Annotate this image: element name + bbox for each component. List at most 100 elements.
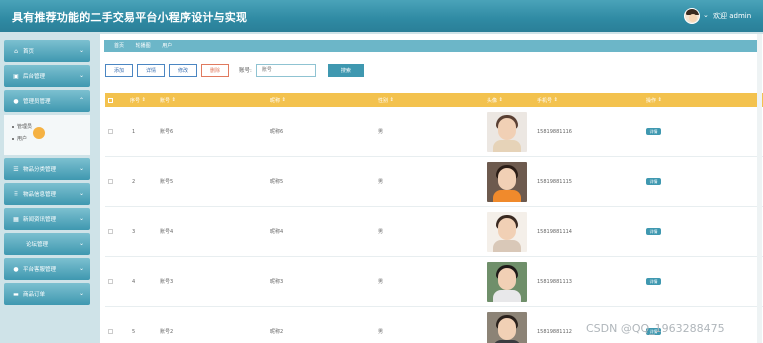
search-button[interactable]: 搜索 [327, 63, 364, 77]
breadcrumb-item[interactable]: 轮播图 [136, 43, 151, 49]
submenu-label: 管理员 [17, 124, 33, 130]
cell-phone: 15819881112 [537, 328, 572, 335]
table-row[interactable]: 1 账号6 昵称6 男 15819881116 详情 [105, 107, 763, 157]
cell-gender: 男 [378, 279, 384, 285]
cell-phone: 15819881115 [537, 178, 572, 185]
blocks-icon: ▦ [13, 215, 19, 223]
list-icon: ☰ [13, 165, 19, 173]
sidebar-item-label: 商品订单 [23, 292, 46, 298]
row-checkbox[interactable] [108, 279, 113, 284]
table-header: 序号 ⇕ 账号 ⇕ 昵称 ⇕ 性别 ⇕ 头像 ⇕ 手机号 ⇕ 操作 ⇕ [105, 93, 763, 107]
sidebar: ⌂ 首页 ⌄ ▣ 后台管理 ⌄ ● 管理员管理 ⌃ 管理员 用户 ☰ 物品分类管… [4, 40, 90, 343]
sidebar-item-orders[interactable]: ▬ 商品订单 ⌄ [4, 283, 90, 305]
sidebar-item-home[interactable]: ⌂ 首页 ⌄ [4, 40, 90, 62]
user-table: 序号 ⇕ 账号 ⇕ 昵称 ⇕ 性别 ⇕ 头像 ⇕ 手机号 ⇕ 操作 ⇕ 1 账号… [105, 93, 763, 343]
cell-nickname: 昵称4 [270, 229, 284, 235]
submenu-item-admin[interactable]: 管理员 [12, 121, 90, 133]
column-header-phone[interactable]: 手机号 ⇕ [537, 93, 558, 107]
service-icon: ● [13, 265, 19, 273]
cell-phone: 15819881114 [537, 228, 572, 235]
cell-phone: 15819881116 [537, 128, 572, 135]
toolbar: 添加 详情 修改 删除 账号: 搜索 [105, 63, 364, 77]
column-header-account[interactable]: 账号 ⇕ [160, 93, 176, 107]
delete-button[interactable]: 删除 [201, 63, 229, 77]
row-detail-button[interactable]: 详情 [646, 278, 661, 285]
sidebar-item-backend[interactable]: ▣ 后台管理 ⌄ [4, 65, 90, 87]
cell-index: 5 [132, 328, 136, 335]
sidebar-item-label: 平台客服管理 [23, 267, 57, 273]
search-input[interactable] [255, 63, 316, 77]
search-label: 账号: [239, 68, 252, 74]
row-detail-button[interactable]: 详情 [646, 228, 661, 235]
submenu-item-user[interactable]: 用户 [12, 133, 90, 145]
row-checkbox[interactable] [108, 329, 113, 334]
chevron-down-icon[interactable]: ⌄ [703, 11, 709, 19]
edit-button[interactable]: 修改 [169, 63, 197, 77]
select-all-checkbox[interactable] [108, 97, 113, 103]
user-avatar[interactable] [684, 8, 700, 24]
table-row[interactable]: 4 账号3 昵称3 男 15819881113 详情 [105, 257, 763, 307]
sidebar-item-label: 管理员管理 [23, 99, 51, 105]
column-header-nickname[interactable]: 昵称 ⇕ [270, 93, 286, 107]
column-header-action[interactable]: 操作 ⇕ [646, 93, 662, 107]
avatar-image [487, 262, 527, 302]
row-checkbox[interactable] [108, 129, 113, 134]
cell-nickname: 昵称6 [270, 129, 284, 135]
cell-phone: 15819881113 [537, 278, 572, 285]
cell-gender: 男 [378, 179, 384, 185]
chevron-down-icon: ⌄ [78, 47, 84, 54]
app-title: 具有推荐功能的二手交易平台小程序设计与实现 [12, 11, 248, 24]
sidebar-item-label: 论坛管理 [26, 242, 49, 248]
cell-index: 1 [132, 128, 136, 135]
vertical-scrollbar[interactable] [757, 34, 762, 343]
sidebar-item-label: 新闻资讯管理 [23, 217, 57, 223]
circle-icon: ● [13, 97, 19, 105]
cell-index: 4 [132, 278, 136, 285]
cell-index: 3 [132, 228, 136, 235]
chevron-down-icon: ⌄ [78, 265, 84, 272]
column-header-index[interactable]: 序号 ⇕ [130, 93, 146, 107]
cell-account: 账号3 [160, 279, 174, 285]
breadcrumb: 首页 轮播图 用户 [104, 40, 759, 52]
sidebar-item-news[interactable]: ▦ 新闻资讯管理 ⌄ [4, 208, 90, 230]
sidebar-item-goods[interactable]: ⠿ 物品信息管理 ⌄ [4, 183, 90, 205]
cell-index: 2 [132, 178, 136, 185]
table-row[interactable]: 2 账号5 昵称5 男 15819881115 详情 [105, 157, 763, 207]
row-detail-button[interactable]: 详情 [646, 178, 661, 185]
sidebar-item-service[interactable]: ● 平台客服管理 ⌄ [4, 258, 90, 280]
breadcrumb-item[interactable]: 首页 [114, 43, 124, 49]
apps-icon: ⠿ [13, 190, 19, 198]
welcome-text[interactable]: 欢迎 admin [713, 11, 751, 21]
detail-button[interactable]: 详情 [137, 63, 165, 77]
chevron-down-icon: ⌄ [78, 190, 84, 197]
sidebar-item-forum[interactable]: 论坛管理 ⌄ [4, 233, 90, 255]
avatar-image [487, 212, 527, 252]
avatar-image [487, 112, 527, 152]
sidebar-item-label: 首页 [23, 49, 35, 55]
submenu-label: 用户 [17, 136, 28, 142]
cell-account: 账号6 [160, 129, 174, 135]
avatar-image [487, 312, 527, 343]
sidebar-item-category[interactable]: ☰ 物品分类管理 ⌄ [4, 158, 90, 180]
table-row[interactable]: 3 账号4 昵称4 男 15819881114 详情 [105, 207, 763, 257]
breadcrumb-item[interactable]: 用户 [162, 43, 172, 49]
cell-nickname: 昵称2 [270, 329, 284, 335]
column-header-avatar[interactable]: 头像 ⇕ [487, 93, 503, 107]
chevron-down-icon: ⌄ [78, 240, 84, 247]
chevron-down-icon: ⌄ [78, 215, 84, 222]
row-detail-button[interactable]: 详情 [646, 128, 661, 135]
cell-gender: 男 [378, 129, 384, 135]
chevron-up-icon: ⌃ [78, 97, 84, 104]
row-checkbox[interactable] [108, 179, 113, 184]
sidebar-item-label: 物品分类管理 [23, 167, 57, 173]
row-checkbox[interactable] [108, 229, 113, 234]
sidebar-item-label: 后台管理 [23, 74, 46, 80]
column-header-gender[interactable]: 性别 ⇕ [378, 93, 394, 107]
main-content: 首页 轮播图 用户 添加 详情 修改 删除 账号: 搜索 序号 ⇕ 账号 ⇕ 昵… [100, 34, 763, 343]
watermark-text: CSDN @QQ_1963288475 [586, 322, 725, 335]
chevron-down-icon: ⌄ [78, 72, 84, 79]
mouse-cursor-highlight [33, 127, 45, 139]
sidebar-item-admin-manage[interactable]: ● 管理员管理 ⌃ [4, 90, 90, 112]
add-button[interactable]: 添加 [105, 63, 133, 77]
cell-nickname: 昵称3 [270, 279, 284, 285]
